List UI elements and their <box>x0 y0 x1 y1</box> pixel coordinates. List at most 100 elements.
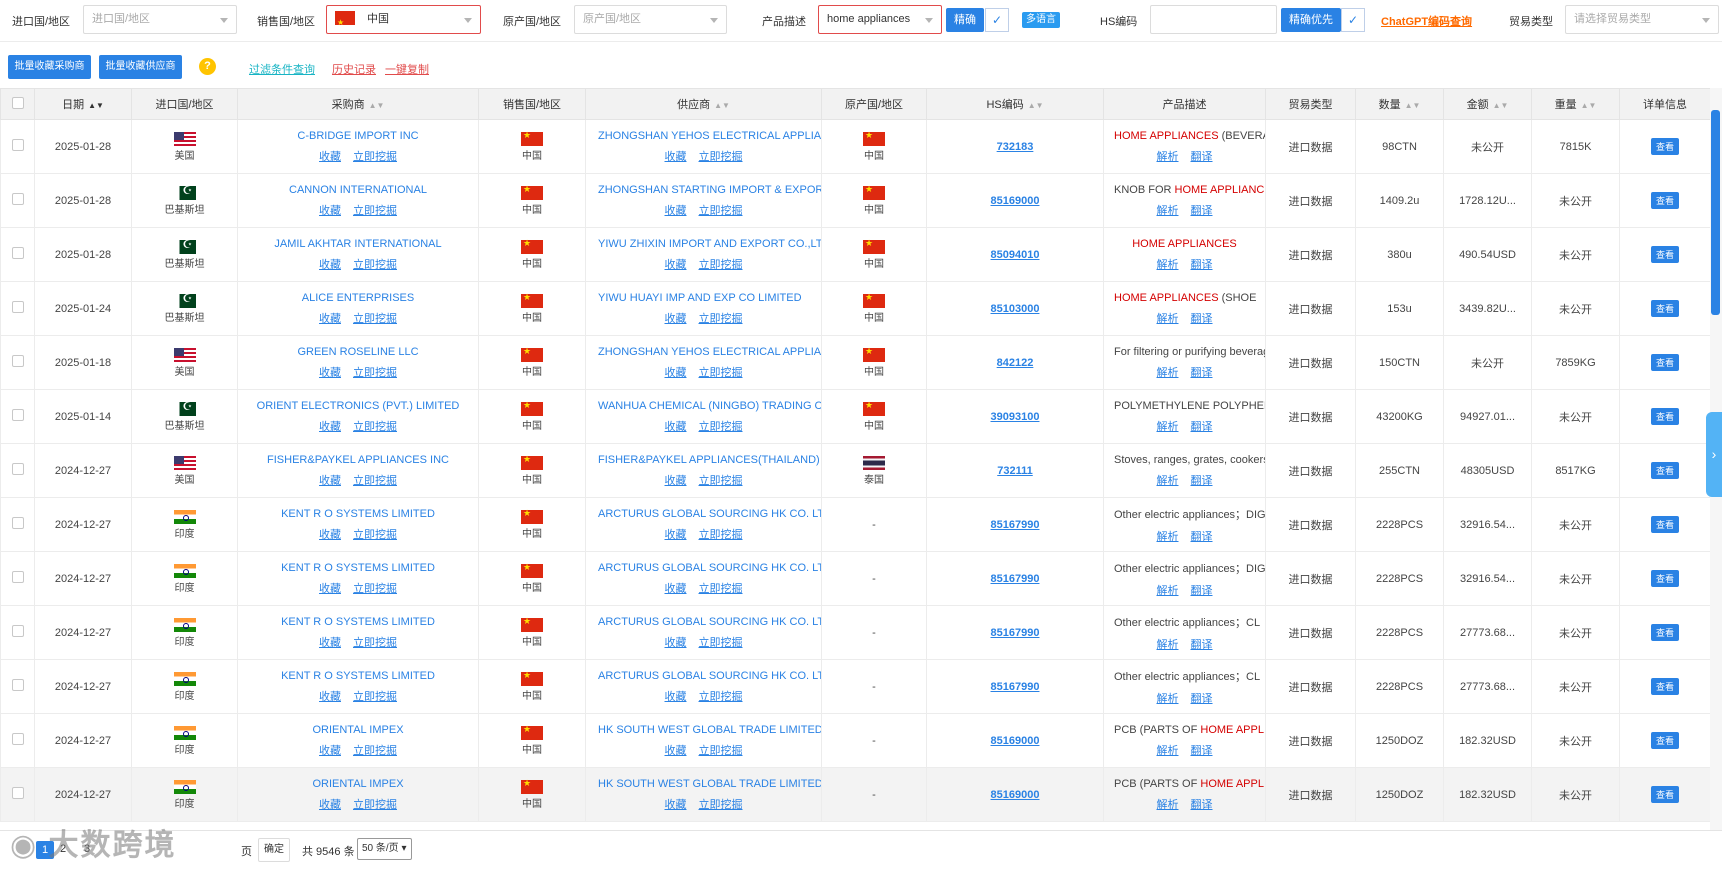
mine-buyer-link[interactable]: 立即挖掘 <box>353 691 397 703</box>
fav-buyer-link[interactable]: 收藏 <box>319 583 341 595</box>
hs-code-link[interactable]: 85103000 <box>991 303 1040 315</box>
hs-code-link[interactable]: 85167990 <box>991 519 1040 531</box>
page-size-select[interactable]: 50 条/页 ▾ <box>357 838 412 860</box>
buyer-name-link[interactable]: GREEN ROSELINE LLC <box>239 346 478 358</box>
view-details-button[interactable]: 查看 <box>1650 462 1679 479</box>
mine-buyer-link[interactable]: 立即挖掘 <box>353 583 397 595</box>
parse-link[interactable]: 解析 <box>1157 151 1179 163</box>
translate-link[interactable]: 翻译 <box>1191 693 1213 705</box>
parse-link[interactable]: 解析 <box>1157 585 1179 597</box>
view-details-button[interactable]: 查看 <box>1650 354 1679 371</box>
supplier-name-link[interactable]: YIWU ZHIXIN IMPORT AND EXPORT CO.,LTD <box>587 238 821 250</box>
supplier-name-link[interactable]: HK SOUTH WEST GLOBAL TRADE LIMITED <box>587 724 821 736</box>
mine-supplier-link[interactable]: 立即挖掘 <box>699 691 743 703</box>
select-all-checkbox[interactable] <box>0 88 35 120</box>
parse-link[interactable]: 解析 <box>1157 799 1179 811</box>
parse-link[interactable]: 解析 <box>1157 367 1179 379</box>
parse-link[interactable]: 解析 <box>1157 531 1179 543</box>
mine-supplier-link[interactable]: 立即挖掘 <box>699 529 743 541</box>
parse-link[interactable]: 解析 <box>1157 693 1179 705</box>
fav-supplier-link[interactable]: 收藏 <box>665 151 687 163</box>
product-desc-input[interactable]: home appliances <box>818 5 942 34</box>
mine-buyer-link[interactable]: 立即挖掘 <box>353 529 397 541</box>
mine-supplier-link[interactable]: 立即挖掘 <box>699 367 743 379</box>
row-checkbox[interactable] <box>0 713 35 768</box>
fav-buyer-link[interactable]: 收藏 <box>319 151 341 163</box>
parse-link[interactable]: 解析 <box>1157 421 1179 433</box>
exact-priority-button[interactable]: 精确优先 <box>1281 8 1341 32</box>
fav-buyer-link[interactable]: 收藏 <box>319 259 341 271</box>
mine-supplier-link[interactable]: 立即挖掘 <box>699 637 743 649</box>
fav-buyer-link[interactable]: 收藏 <box>319 367 341 379</box>
hs-code-link[interactable]: 85169000 <box>991 735 1040 747</box>
translate-link[interactable]: 翻译 <box>1191 205 1213 217</box>
fav-supplier-link[interactable]: 收藏 <box>665 691 687 703</box>
mine-buyer-link[interactable]: 立即挖掘 <box>353 313 397 325</box>
mine-supplier-link[interactable]: 立即挖掘 <box>699 151 743 163</box>
view-details-button[interactable]: 查看 <box>1650 138 1679 155</box>
fav-supplier-link[interactable]: 收藏 <box>665 529 687 541</box>
buyer-name-link[interactable]: KENT R O SYSTEMS LIMITED <box>239 616 478 628</box>
translate-link[interactable]: 翻译 <box>1191 585 1213 597</box>
mine-supplier-link[interactable]: 立即挖掘 <box>699 259 743 271</box>
buyer-name-link[interactable]: ORIENTAL IMPEX <box>239 724 478 736</box>
mine-supplier-link[interactable]: 立即挖掘 <box>699 313 743 325</box>
copy-all-link[interactable]: 一键复制 <box>385 61 429 77</box>
hs-code-link[interactable]: 85167990 <box>991 627 1040 639</box>
translate-link[interactable]: 翻译 <box>1191 639 1213 651</box>
hs-code-link[interactable]: 85169000 <box>991 195 1040 207</box>
sort-icon[interactable]: ▲▼ <box>1028 101 1044 110</box>
buyer-name-link[interactable]: KENT R O SYSTEMS LIMITED <box>239 562 478 574</box>
multilang-tag[interactable]: 多语言 <box>1022 12 1060 28</box>
supplier-name-link[interactable]: ARCTURUS GLOBAL SOURCING HK CO. LTD <box>587 562 821 574</box>
supplier-name-link[interactable]: HK SOUTH WEST GLOBAL TRADE LIMITED <box>587 778 821 790</box>
col-buyer[interactable]: 采购商 ▲▼ <box>237 88 479 120</box>
parse-link[interactable]: 解析 <box>1157 745 1179 757</box>
buyer-name-link[interactable]: ALICE ENTERPRISES <box>239 292 478 304</box>
translate-link[interactable]: 翻译 <box>1191 531 1213 543</box>
supplier-name-link[interactable]: FISHER&PAYKEL APPLIANCES(THAILAND) <box>587 454 821 466</box>
supplier-name-link[interactable]: ARCTURUS GLOBAL SOURCING HK CO. LTD <box>587 508 821 520</box>
col-quantity[interactable]: 数量 ▲▼ <box>1355 88 1444 120</box>
row-checkbox[interactable] <box>0 659 35 714</box>
parse-link[interactable]: 解析 <box>1157 259 1179 271</box>
supplier-name-link[interactable]: ARCTURUS GLOBAL SOURCING HK CO. LTD <box>587 670 821 682</box>
buyer-name-link[interactable]: ORIENTAL IMPEX <box>239 778 478 790</box>
view-details-button[interactable]: 查看 <box>1650 408 1679 425</box>
hs-code-link[interactable]: 39093100 <box>991 411 1040 423</box>
hs-code-link[interactable]: 85167990 <box>991 681 1040 693</box>
fav-supplier-link[interactable]: 收藏 <box>665 421 687 433</box>
translate-link[interactable]: 翻译 <box>1191 367 1213 379</box>
fav-buyer-link[interactable]: 收藏 <box>319 637 341 649</box>
translate-link[interactable]: 翻译 <box>1191 421 1213 433</box>
page-confirm-button[interactable]: 确定 <box>258 838 290 862</box>
row-checkbox[interactable] <box>0 281 35 336</box>
buyer-name-link[interactable]: C-BRIDGE IMPORT INC <box>239 130 478 142</box>
scrollbar-thumb[interactable] <box>1711 110 1720 315</box>
translate-link[interactable]: 翻译 <box>1191 475 1213 487</box>
parse-link[interactable]: 解析 <box>1157 475 1179 487</box>
mine-buyer-link[interactable]: 立即挖掘 <box>353 151 397 163</box>
help-icon[interactable]: ? <box>199 58 216 75</box>
translate-link[interactable]: 翻译 <box>1191 151 1213 163</box>
mine-buyer-link[interactable]: 立即挖掘 <box>353 367 397 379</box>
hs-code-link[interactable]: 732111 <box>997 465 1033 477</box>
sort-icon[interactable]: ▲▼ <box>1493 101 1509 110</box>
view-details-button[interactable]: 查看 <box>1650 570 1679 587</box>
supplier-name-link[interactable]: ZHONGSHAN YEHOS ELECTRICAL APPLIANCE <box>587 130 821 142</box>
translate-link[interactable]: 翻译 <box>1191 799 1213 811</box>
view-details-button[interactable]: 查看 <box>1650 192 1679 209</box>
mine-buyer-link[interactable]: 立即挖掘 <box>353 421 397 433</box>
mine-buyer-link[interactable]: 立即挖掘 <box>353 259 397 271</box>
fav-buyer-link[interactable]: 收藏 <box>319 691 341 703</box>
translate-link[interactable]: 翻译 <box>1191 313 1213 325</box>
supplier-name-link[interactable]: ZHONGSHAN STARTING IMPORT & EXPORT <box>587 184 821 196</box>
row-checkbox[interactable] <box>0 443 35 498</box>
chatgpt-hs-query-link[interactable]: ChatGPT编码查询 <box>1381 13 1472 29</box>
sort-icon[interactable]: ▲▼ <box>1405 101 1421 110</box>
buyer-name-link[interactable]: KENT R O SYSTEMS LIMITED <box>239 508 478 520</box>
row-checkbox[interactable] <box>0 227 35 282</box>
fav-supplier-link[interactable]: 收藏 <box>665 259 687 271</box>
filter-query-link[interactable]: 过滤条件查询 <box>249 61 315 77</box>
fav-supplier-link[interactable]: 收藏 <box>665 367 687 379</box>
